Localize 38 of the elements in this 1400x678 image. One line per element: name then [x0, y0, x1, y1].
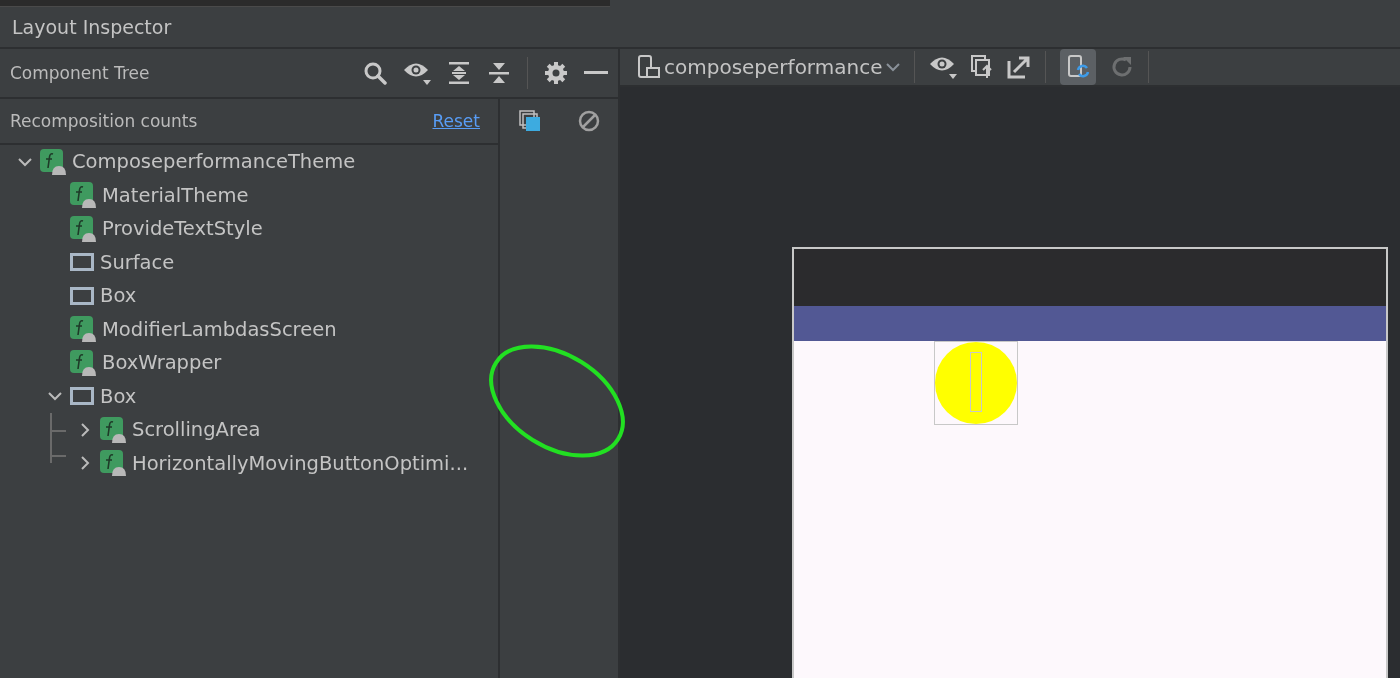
minimize-icon[interactable]: [584, 71, 608, 75]
composable-function-icon: [70, 215, 96, 242]
search-icon[interactable]: [363, 61, 387, 85]
tree-node-label[interactable]: Box: [100, 284, 137, 308]
device-selector[interactable]: composeperformance: [638, 55, 901, 79]
tree-node-label[interactable]: ScrollingArea: [132, 418, 261, 442]
tree-node-label[interactable]: ComposeperformanceTheme: [72, 150, 356, 174]
layout-box-icon: [70, 253, 94, 272]
device-icon: [638, 55, 660, 79]
panel-title: Component Tree: [10, 63, 150, 83]
reset-link[interactable]: Reset: [432, 111, 480, 131]
layout-box-icon: [70, 387, 94, 406]
tree-node-label[interactable]: ProvideTextStyle: [102, 217, 263, 241]
composable-function-icon: [100, 450, 126, 477]
expand-all-icon[interactable]: [447, 61, 471, 85]
tree-node-label[interactable]: Surface: [100, 250, 175, 274]
tree-node-label[interactable]: ModifierLambdasScreen: [102, 317, 337, 341]
window-title: Layout Inspector: [12, 16, 172, 38]
composable-function-icon: [70, 349, 96, 376]
live-updates-button[interactable]: [1060, 49, 1097, 85]
tree-node-label[interactable]: MaterialTheme: [102, 183, 249, 207]
tree-node-label[interactable]: HorizontallyMovingButtonOptimi...: [132, 451, 469, 475]
caret-icon: [886, 62, 901, 72]
chevron-right-icon[interactable]: [78, 422, 92, 437]
tree-node-label[interactable]: Box: [100, 384, 137, 408]
export-layers-icon[interactable]: [971, 55, 994, 79]
layout-box-icon: [70, 286, 94, 305]
recomposition-label: Recomposition counts: [10, 111, 198, 131]
composable-function-icon: [40, 148, 66, 175]
composable-function-icon: [70, 316, 96, 343]
chevron-right-icon[interactable]: [78, 456, 92, 471]
tree-node-label[interactable]: BoxWrapper: [102, 351, 222, 375]
collapse-all-icon[interactable]: [487, 61, 511, 85]
composable-function-icon: [100, 416, 126, 443]
disable-icon[interactable]: [577, 110, 600, 132]
layers-icon[interactable]: [518, 110, 541, 132]
composable-function-icon: [70, 182, 96, 209]
arrow-up-right-icon[interactable]: [1007, 55, 1032, 79]
